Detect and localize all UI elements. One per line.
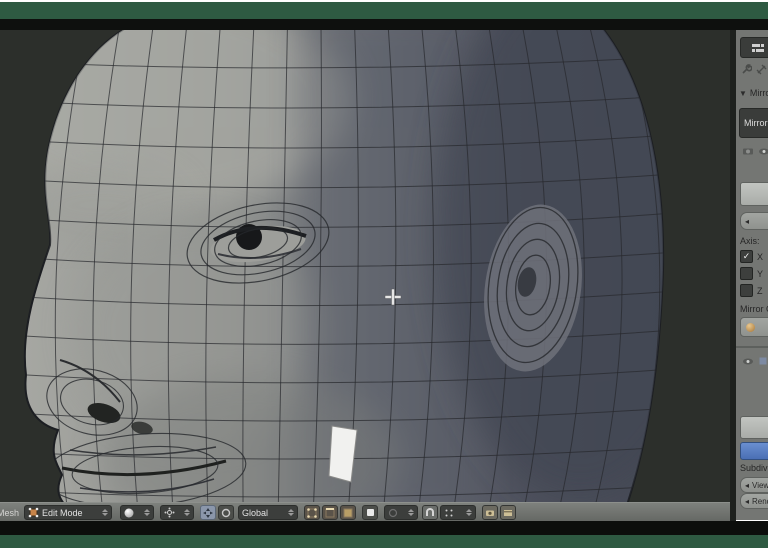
frame-bar-top (0, 2, 768, 19)
vertex-select-icon (307, 507, 317, 518)
translate-arrows-icon (203, 507, 213, 518)
properties-editor-icon (752, 43, 764, 52)
mode-select-label: Edit Mode (42, 507, 83, 518)
modifier-name-header: Mirror (749, 88, 768, 98)
viewport-shading-select[interactable] (120, 505, 154, 520)
manipulator-translate-button[interactable] (200, 505, 216, 520)
pivot-point-select[interactable] (160, 505, 194, 520)
chevron-updown-icon (466, 509, 472, 516)
subdivisions-view-slider[interactable]: ◂ View (740, 477, 768, 493)
occlude-geometry-icon (366, 509, 374, 516)
snap-element-select[interactable] (440, 505, 476, 520)
orientation-label: Global (242, 507, 269, 518)
subdivisions-render-slider[interactable]: ◂ Render (740, 493, 768, 509)
panel-expand-triangle-icon: ▼ (739, 88, 747, 98)
camera-render-icon (486, 510, 494, 516)
rotate-circle-icon (221, 508, 231, 517)
letterbox-bottom (0, 521, 768, 535)
proportional-edit-icon (388, 508, 398, 517)
modifier-visibility-toggles (742, 146, 768, 156)
frame-bar-bottom (0, 535, 768, 548)
merge-limit-slider[interactable]: ◂ (740, 212, 768, 230)
catmull-clark-button[interactable]: Catmull-Clark (740, 442, 768, 460)
editor-type-button[interactable] (740, 37, 768, 58)
render-slider-label: Render (752, 496, 768, 506)
view-slider-label: View (752, 480, 768, 490)
eye-visibility-icon[interactable] (758, 147, 768, 156)
axis-z-row: Z (740, 284, 763, 297)
snap-magnet-icon (426, 507, 434, 516)
letterbox-top (0, 19, 768, 30)
axis-y-label: Y (757, 268, 764, 279)
chevron-updown-icon (144, 509, 150, 516)
render-opengl-button[interactable] (482, 505, 498, 520)
render-opengl-anim-button[interactable] (500, 505, 516, 520)
manipulator-rotate-button[interactable] (218, 505, 234, 520)
render-visibility-icon[interactable] (742, 146, 754, 156)
face-select-icon (343, 508, 353, 517)
head-mesh-render (23, 30, 665, 502)
chevron-updown-icon (184, 509, 190, 516)
vertex-select-mode-button[interactable] (304, 505, 320, 520)
modifier-name-value: Mirror (744, 118, 768, 128)
limit-selection-visible-button[interactable] (362, 505, 378, 520)
axis-z-label: Z (757, 285, 763, 296)
viewport-header-toolbar: Mesh Edit Mode Global (0, 502, 732, 522)
axis-label: Axis: (740, 236, 760, 246)
mode-select[interactable]: Edit Mode (24, 505, 112, 520)
chevron-updown-icon (288, 509, 294, 516)
modifier2-visibility-toggles (742, 356, 768, 366)
axis-x-row: ✓ X (740, 250, 763, 263)
modifier-name-field[interactable]: Mirror (739, 108, 768, 138)
proportional-edit-select[interactable] (384, 505, 418, 520)
properties-panel: ▼ Mirror Mirror Apply (736, 30, 768, 520)
clapper-render-icon (504, 509, 512, 516)
panel-separator (736, 346, 768, 348)
pivot-icon (164, 507, 175, 518)
apply-button[interactable]: Apply (740, 182, 768, 206)
edit-mode-icon (28, 507, 39, 518)
snap-toggle-button[interactable] (422, 505, 438, 520)
editmode-visibility-icon[interactable] (758, 356, 768, 366)
chevron-updown-icon (408, 509, 414, 516)
slider-left-arrow-icon[interactable]: ◂ (745, 481, 749, 490)
mesh-menu[interactable]: Mesh (0, 505, 19, 520)
mirror-object-field[interactable] (740, 317, 768, 337)
edge-select-icon (325, 507, 335, 517)
edge-select-mode-button[interactable] (322, 505, 338, 520)
slider-left-arrow-icon[interactable]: ◂ (745, 217, 749, 226)
properties-tab-row (741, 64, 767, 75)
screenshot-frame: Mesh Edit Mode Global ▼ Mirro Mirror ◂ A… (0, 0, 768, 550)
slider-left-arrow-icon[interactable]: ◂ (745, 497, 749, 506)
link-tab-icon[interactable] (756, 64, 767, 75)
snap-increment-icon (445, 509, 453, 516)
axis-z-checkbox[interactable] (740, 284, 753, 297)
wrench-tab-icon[interactable] (741, 64, 752, 75)
subdivisions-label: Subdivisions: (740, 463, 768, 473)
apply-button-2[interactable]: Apply (740, 416, 768, 439)
3d-viewport[interactable] (0, 30, 732, 502)
face-select-mode-button[interactable] (340, 505, 356, 520)
eye-visibility-icon[interactable] (742, 357, 754, 366)
transform-orientation-select[interactable]: Global (238, 505, 298, 520)
shading-sphere-icon (124, 508, 134, 517)
mirror-object-label: Mirror Ob (740, 304, 768, 314)
modifier-panel-header[interactable]: ▼ Mirror (739, 88, 768, 98)
chevron-updown-icon (102, 509, 108, 516)
axis-y-row: Y (740, 267, 763, 280)
axis-x-label: X (757, 251, 764, 262)
axis-y-checkbox[interactable] (740, 267, 753, 280)
object-data-icon (746, 322, 755, 332)
axis-x-checkbox[interactable]: ✓ (740, 250, 753, 263)
